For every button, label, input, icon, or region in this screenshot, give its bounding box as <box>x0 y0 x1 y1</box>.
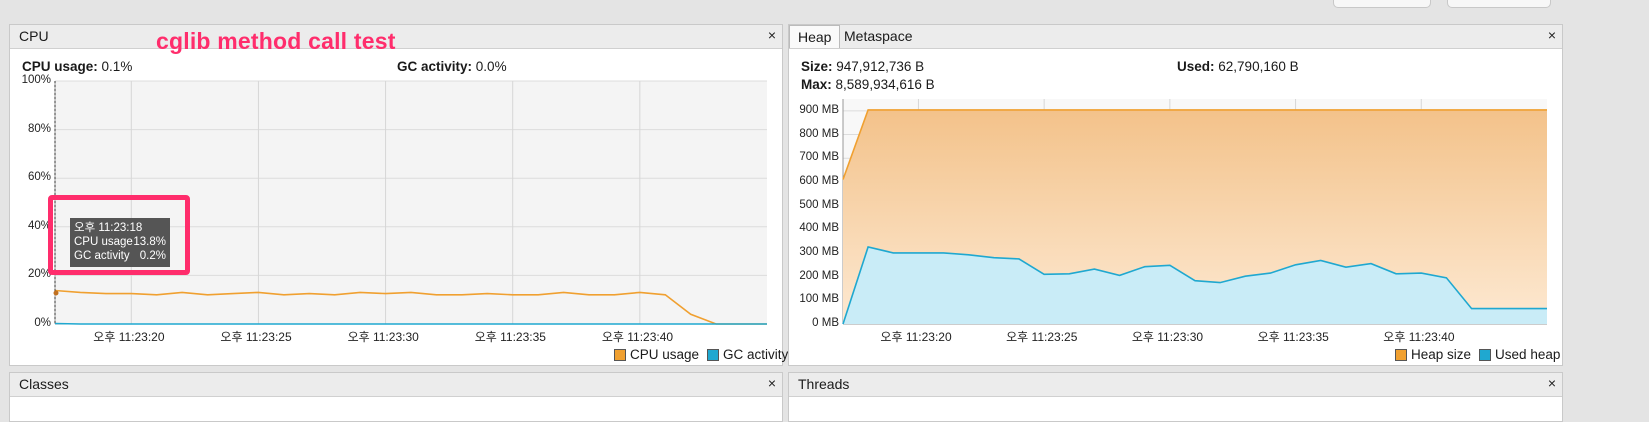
hover-marker-point <box>53 290 59 296</box>
x-tick-label: 오후 11:23:25 <box>1006 330 1078 344</box>
tooltip-cpu-value: 13.8% <box>133 236 166 248</box>
annotation-title: cglib method call test <box>156 28 396 54</box>
tooltip-gc-row: GC activity 0.2% <box>74 249 166 263</box>
y-tick-label: 700 MB <box>799 151 839 164</box>
y-tick-label: 100 MB <box>799 293 839 306</box>
y-tick-label: 800 MB <box>799 127 839 140</box>
x-tick-label: 오후 11:23:40 <box>1383 330 1455 344</box>
y-tick-label: 400 MB <box>799 222 839 235</box>
tooltip-time: 오후 11:23:18 <box>74 222 143 234</box>
y-tick-label: 0 MB <box>812 317 839 329</box>
tooltip-cpu-row: CPU usage 13.8% <box>74 235 166 249</box>
series-line-gc-activity <box>54 322 767 325</box>
y-tick-label: 200 MB <box>799 269 839 282</box>
tooltip-gc-value: 0.2% <box>139 250 166 262</box>
y-tick-label: 300 MB <box>799 245 839 258</box>
cpu-tooltip: 오후 11:23:18 CPU usage 13.8% GC activity … <box>70 218 170 267</box>
tooltip-gc-label: GC activity <box>74 250 130 262</box>
y-tick-label: 500 MB <box>799 198 839 211</box>
y-tick-label: 900 MB <box>799 103 839 116</box>
x-tick-label: 오후 11:23:20 <box>880 330 952 344</box>
tooltip-cpu-label: CPU usage <box>74 236 133 248</box>
y-tick-label: 600 MB <box>799 174 839 187</box>
x-tick-label: 오후 11:23:30 <box>1131 330 1204 344</box>
x-tick-label: 오후 11:23:35 <box>1257 330 1329 344</box>
